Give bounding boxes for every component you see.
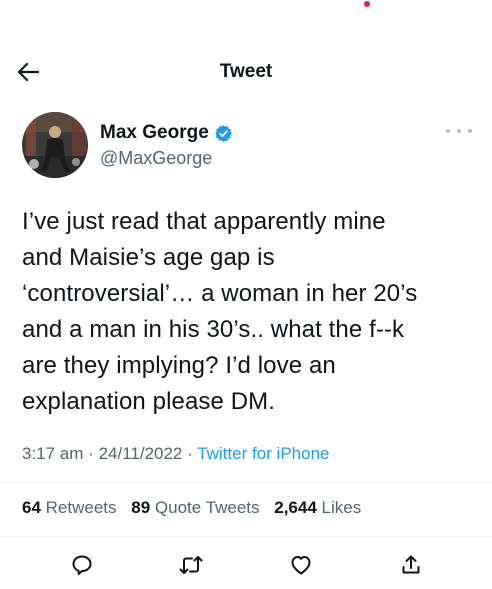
likes-label: Likes: [321, 498, 362, 517]
tweet-text: I’ve just read that apparently mine and …: [22, 204, 482, 420]
retweets-count: 64: [22, 498, 41, 517]
retweet-button[interactable]: [178, 552, 204, 578]
author-handle[interactable]: @MaxGeorge: [100, 148, 212, 169]
author-name[interactable]: Max George: [100, 122, 209, 144]
retweet-icon: [179, 556, 203, 574]
like-button[interactable]: [288, 552, 314, 578]
author-name-row[interactable]: Max George: [100, 122, 233, 144]
tweet-text-line: I’ve just read that apparently mine: [22, 208, 386, 235]
reply-icon: [72, 555, 92, 575]
share-icon: [402, 555, 420, 574]
tweet-date[interactable]: 24/11/2022: [99, 444, 183, 463]
retweets-stat[interactable]: 64 Retweets: [22, 498, 117, 517]
tweet-meta: 3:17 am · 24/11/2022 · Twitter for iPhon…: [22, 444, 329, 464]
avatar-photo: [22, 112, 88, 178]
tweet-header: Tweet: [0, 46, 492, 98]
meta-separator: ·: [187, 444, 198, 463]
tweet-text-line: are they implying? I’d love an: [22, 352, 336, 379]
more-options-icon[interactable]: [446, 126, 472, 136]
avatar[interactable]: [22, 112, 88, 178]
quote-tweets-stat[interactable]: 89 Quote Tweets: [131, 498, 259, 517]
tweet-text-line: and a man in his 30’s.. what the f--k: [22, 316, 405, 343]
quote-tweets-count: 89: [131, 498, 151, 517]
tweet-text-line: ‘controversial’… a woman in her 20’s: [22, 280, 418, 307]
like-icon: [291, 556, 311, 575]
tweet-text-line: explanation please DM.: [22, 388, 276, 415]
divider: [0, 482, 492, 483]
tweet-text-line: and Maisie’s age gap is: [22, 244, 275, 271]
tweet-time[interactable]: 3:17 am: [22, 444, 83, 463]
tweet-source-link[interactable]: Twitter for iPhone: [197, 444, 329, 463]
retweets-label: Retweets: [45, 498, 117, 517]
divider: [0, 536, 492, 537]
likes-stat[interactable]: 2,644 Likes: [274, 498, 361, 517]
verified-badge-icon: [214, 124, 233, 143]
notification-dot: [364, 1, 370, 7]
page-title: Tweet: [219, 61, 273, 82]
likes-count: 2,644: [274, 498, 317, 517]
reply-button[interactable]: [69, 552, 95, 578]
meta-separator: ·: [88, 444, 99, 463]
quote-tweets-label: Quote Tweets: [154, 498, 260, 517]
share-button[interactable]: [398, 552, 424, 578]
tweet-stats: 64 Retweets 89 Quote Tweets 2,644 Likes: [22, 498, 371, 518]
